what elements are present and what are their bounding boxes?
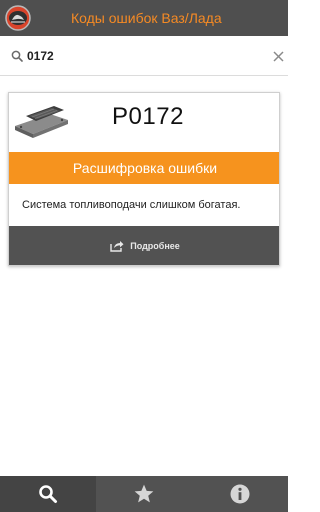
bottom-nav [0, 476, 288, 512]
error-code-title: P0172 [112, 103, 184, 130]
search-input[interactable] [27, 46, 247, 66]
decode-error-button[interactable]: Расшифровка ошибки [9, 152, 279, 184]
app-title: Коды ошибок Ваз/Лада [71, 10, 222, 26]
error-description: Система топливоподачи слишком богатая. [22, 199, 241, 211]
clear-search-button[interactable] [268, 46, 288, 66]
more-details-button[interactable]: Подробнее [9, 226, 279, 265]
more-details-label: Подробнее [130, 241, 180, 251]
search-bar [0, 36, 288, 76]
result-card: P0172 Расшифровка ошибки Система топливо… [8, 92, 280, 266]
info-icon [230, 484, 250, 504]
search-icon [11, 50, 23, 62]
search-icon [39, 485, 57, 503]
app-bar: Коды ошибок Ваз/Лада [0, 0, 288, 36]
nav-info-button[interactable] [192, 476, 288, 512]
share-icon [110, 241, 124, 252]
lada-logo-icon[interactable] [5, 5, 31, 31]
nav-favorites-button[interactable] [96, 476, 192, 512]
close-icon [272, 50, 284, 62]
nav-search-button[interactable] [0, 476, 96, 512]
star-icon [134, 484, 154, 503]
